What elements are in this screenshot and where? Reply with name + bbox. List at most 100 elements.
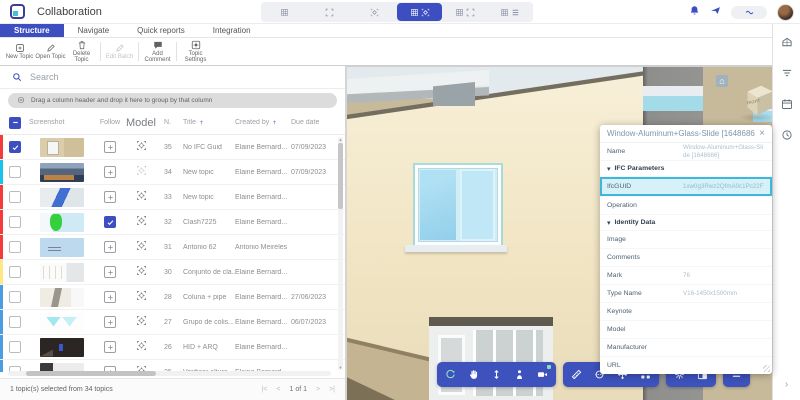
view-table-model-button[interactable]	[397, 3, 442, 21]
row-checkbox[interactable]	[9, 191, 21, 203]
vertical-scroll-thumb[interactable]	[338, 143, 343, 209]
topbar-share-button[interactable]	[710, 5, 721, 19]
app-logo-icon[interactable]	[10, 4, 25, 19]
property-row-manufacturer[interactable]: Manufacturer	[600, 339, 772, 357]
table-row[interactable]: 35No IFC GuidElaine Bernard...07/09/2023	[0, 135, 345, 160]
property-row-keynote[interactable]: Keynote	[600, 303, 772, 321]
show-in-model-button[interactable]	[136, 165, 147, 179]
open-topic-button[interactable]: Open Topic	[35, 38, 66, 65]
pan-button[interactable]	[462, 362, 485, 387]
view-table-list-button[interactable]	[487, 3, 532, 21]
table-row[interactable]: 32Clash7225Elaine Bernard...	[0, 210, 345, 235]
first-page-button[interactable]: |<	[261, 386, 267, 393]
follow-toggle[interactable]	[104, 241, 116, 253]
column-header-title[interactable]: Title	[183, 119, 235, 126]
section-identity-data[interactable]: ▾Identity Data	[600, 215, 772, 231]
sidebar-models-button[interactable]	[781, 36, 793, 51]
tab-quick-reports[interactable]: Quick reports	[123, 24, 199, 37]
last-page-button[interactable]: >|	[329, 386, 335, 393]
follow-toggle[interactable]	[104, 166, 116, 178]
table-row[interactable]: 31Antonio 62Antonio Meireles	[0, 235, 345, 260]
tab-navigate[interactable]: Navigate	[64, 24, 124, 37]
user-avatar[interactable]	[777, 4, 794, 21]
show-in-model-button[interactable]	[136, 265, 147, 279]
home-view-button[interactable]: ⌂	[716, 75, 728, 87]
view-cube[interactable]: RIGHT	[743, 83, 772, 117]
topic-screenshot[interactable]	[40, 338, 84, 357]
view-fit-frame-button[interactable]	[307, 3, 352, 21]
new-topic-button[interactable]: New Topic	[4, 38, 35, 65]
show-in-model-button[interactable]	[136, 315, 147, 329]
topic-screenshot[interactable]	[40, 313, 84, 332]
table-row[interactable]: 34New topicElaine Bernard...07/09/2023	[0, 160, 345, 185]
show-in-model-button[interactable]	[136, 240, 147, 254]
topic-screenshot[interactable]	[40, 238, 84, 257]
property-row-type-name[interactable]: Type NameV16-1450x1500mm	[600, 285, 772, 303]
table-row[interactable]: 27Grupo de colis...Elaine Bernard...06/0…	[0, 310, 345, 335]
view-table-frame-button[interactable]	[442, 3, 487, 21]
column-header-model[interactable]: Model	[125, 117, 157, 129]
table-row[interactable]: 26HID + ARQElaine Bernard...	[0, 335, 345, 360]
property-row-url[interactable]: URL	[600, 357, 772, 374]
row-checkbox[interactable]	[9, 141, 21, 153]
view-model-button[interactable]	[352, 3, 397, 21]
property-row-name[interactable]: NameWindow-Aluminum+Glass-Slide [1648686…	[600, 143, 772, 161]
walk-button[interactable]	[508, 362, 531, 387]
camera-button[interactable]	[531, 362, 554, 387]
horizontal-scrollbar[interactable]	[8, 371, 331, 376]
show-in-model-button[interactable]	[136, 190, 147, 204]
property-row-operation[interactable]: Operation	[600, 197, 772, 215]
topic-screenshot[interactable]	[40, 138, 84, 157]
sidebar-history-button[interactable]	[781, 129, 793, 144]
row-checkbox[interactable]	[9, 291, 21, 303]
prev-page-button[interactable]: <	[276, 386, 280, 393]
show-in-model-button[interactable]	[136, 140, 147, 154]
collapse-sidebar-icon[interactable]: ›	[785, 379, 788, 390]
property-row-comments[interactable]: Comments	[600, 249, 772, 267]
scroll-up-icon[interactable]: ▲	[338, 137, 343, 142]
topic-screenshot[interactable]	[40, 188, 84, 207]
row-checkbox[interactable]	[9, 216, 21, 228]
add-comment-button[interactable]: Add Comment	[142, 38, 173, 65]
property-row-image[interactable]: Image	[600, 231, 772, 249]
show-in-model-button[interactable]	[136, 215, 147, 229]
table-row[interactable]: 28Coluna + pipeElaine Bernard...27/06/20…	[0, 285, 345, 310]
orbit-button[interactable]	[439, 362, 462, 387]
show-in-model-button[interactable]	[136, 340, 147, 354]
row-checkbox[interactable]	[9, 341, 21, 353]
follow-toggle[interactable]	[104, 141, 116, 153]
topbar-notifications-button[interactable]	[689, 5, 700, 19]
select-all-checkbox[interactable]	[9, 117, 21, 129]
scroll-down-icon[interactable]: ▼	[338, 365, 343, 370]
property-row-mark[interactable]: Mark76	[600, 267, 772, 285]
follow-toggle[interactable]	[104, 191, 116, 203]
follow-toggle[interactable]	[104, 291, 116, 303]
topic-screenshot[interactable]	[40, 288, 84, 307]
property-row-model[interactable]: Model	[600, 321, 772, 339]
show-in-model-button[interactable]	[136, 290, 147, 304]
horizontal-scroll-thumb[interactable]	[26, 371, 156, 376]
column-header-due-date[interactable]: Due date	[291, 119, 335, 126]
column-header-created-by[interactable]: Created by	[235, 119, 291, 126]
tab-integration[interactable]: Integration	[199, 24, 265, 37]
view-table-button[interactable]	[262, 3, 307, 21]
table-row[interactable]: 30Conjunto de cla...Elaine Bernard...	[0, 260, 345, 285]
topic-screenshot[interactable]	[40, 163, 84, 182]
column-header-n[interactable]: N.	[157, 119, 183, 126]
property-row-ifcguid[interactable]: IfcGUID1xw0g3Rwz2QfmA0c1Pc22F	[600, 177, 772, 197]
column-header-follow[interactable]: Follow	[95, 119, 125, 126]
sidebar-calendar-button[interactable]	[781, 98, 793, 113]
delete-topic-button[interactable]: Delete Topic	[66, 38, 97, 65]
follow-toggle[interactable]	[104, 266, 116, 278]
close-icon[interactable]: ×	[755, 128, 765, 139]
topic-settings-button[interactable]: Topic Settings	[180, 38, 211, 65]
topic-screenshot[interactable]	[40, 213, 84, 232]
row-checkbox[interactable]	[9, 166, 21, 178]
follow-toggle[interactable]	[104, 216, 116, 228]
search-input[interactable]: Search	[0, 66, 345, 89]
group-by-dropzone[interactable]: Drag a column header and drop it here to…	[8, 93, 337, 108]
row-checkbox[interactable]	[9, 316, 21, 328]
section-ifc-parameters[interactable]: ▾IFC Parameters	[600, 161, 772, 177]
follow-toggle[interactable]	[104, 341, 116, 353]
zoom-button[interactable]	[485, 362, 508, 387]
